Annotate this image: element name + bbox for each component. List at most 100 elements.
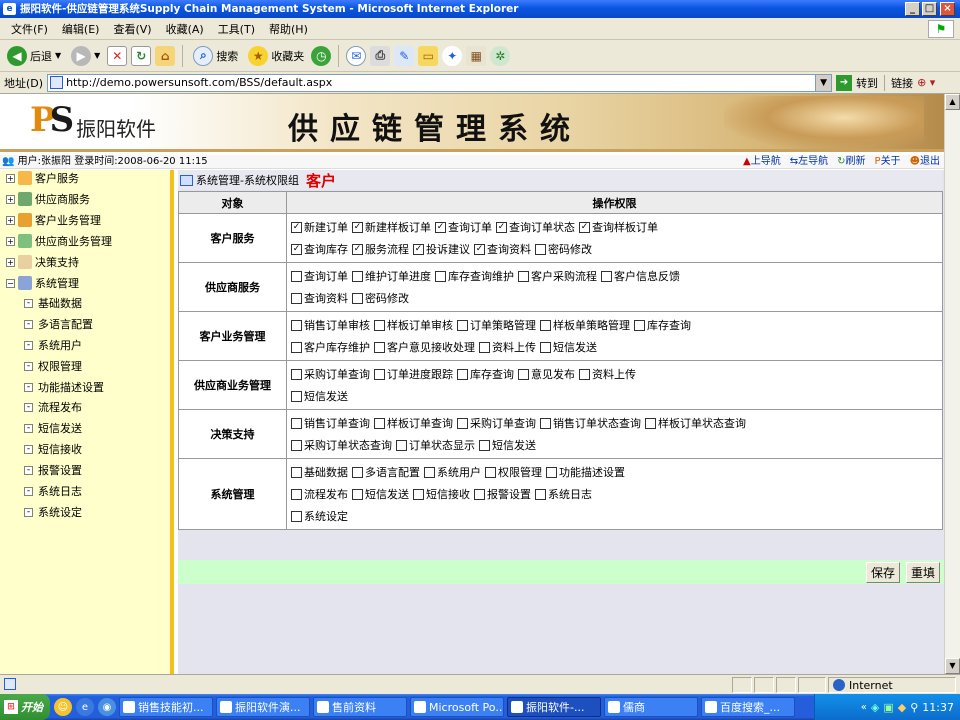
permission-checkbox[interactable]: ✓ 新建样板订单 xyxy=(352,219,431,235)
unchecked-icon[interactable] xyxy=(479,341,490,353)
permission-checkbox[interactable]: 系统用户 xyxy=(424,464,481,480)
permission-checkbox[interactable]: 系统设定 xyxy=(291,508,348,524)
taskbar-task[interactable]: Microsoft Po... xyxy=(410,697,504,717)
checked-icon[interactable]: ✓ xyxy=(579,221,590,233)
permission-checkbox[interactable]: ✓ 服务流程 xyxy=(352,241,409,257)
edit-icon[interactable]: ✎ xyxy=(394,45,415,66)
collapse-icon[interactable]: − xyxy=(6,278,15,288)
home-icon[interactable]: ⌂ xyxy=(155,45,176,66)
favorites-button[interactable]: ★ 收藏夹 xyxy=(245,43,307,69)
quicklaunch-desktop-icon[interactable]: ◉ xyxy=(98,698,116,716)
permission-checkbox[interactable]: 样板单策略管理 xyxy=(540,317,630,333)
permission-checkbox[interactable]: ✓ 新建订单 xyxy=(291,219,348,235)
permission-checkbox[interactable]: ✓ 查询订单 xyxy=(435,219,492,235)
permission-checkbox[interactable]: 采购订单状态查询 xyxy=(291,437,392,453)
checked-icon[interactable]: ✓ xyxy=(413,243,424,255)
sidebar-item-language-config[interactable]: - 多语言配置 xyxy=(24,315,93,333)
minimize-button[interactable]: _ xyxy=(905,2,920,16)
unchecked-icon[interactable] xyxy=(396,439,407,451)
search-button[interactable]: ⌕ 搜索 xyxy=(190,43,241,69)
stop-icon[interactable]: ✕ xyxy=(107,45,128,66)
address-field[interactable]: http://demo.powersunsoft.com/BSS/default… xyxy=(47,73,833,92)
tray-icon[interactable]: ⚲ xyxy=(910,701,918,714)
tree-node-supplier-service[interactable]: + 供应商服务 xyxy=(6,190,90,208)
permission-checkbox[interactable]: 采购订单查询 xyxy=(457,415,536,431)
unchecked-icon[interactable] xyxy=(291,510,302,522)
unchecked-icon[interactable] xyxy=(535,488,546,500)
checked-icon[interactable]: ✓ xyxy=(474,243,485,255)
unchecked-icon[interactable] xyxy=(479,439,490,451)
sidebar-item-system-settings[interactable]: - 系统设定 xyxy=(24,503,82,521)
unchecked-icon[interactable] xyxy=(634,319,645,331)
unchecked-icon[interactable] xyxy=(291,319,302,331)
logout-link[interactable]: ☻退出 xyxy=(910,155,940,169)
permission-checkbox[interactable]: 功能描述设置 xyxy=(546,464,625,480)
tray-icon[interactable]: ◈ xyxy=(871,701,879,714)
permission-checkbox[interactable]: ✓ 查询样板订单 xyxy=(579,219,658,235)
unchecked-icon[interactable] xyxy=(374,417,385,429)
sidebar-item-basic-data[interactable]: - 基础数据 xyxy=(24,294,82,312)
scroll-up-icon[interactable]: ▲ xyxy=(945,94,960,110)
permission-checkbox[interactable]: 流程发布 xyxy=(291,486,348,502)
unchecked-icon[interactable] xyxy=(457,417,468,429)
unchecked-icon[interactable] xyxy=(424,466,435,478)
taskbar-task[interactable]: 售前资料 xyxy=(313,697,407,717)
permission-checkbox[interactable]: 销售订单状态查询 xyxy=(540,415,641,431)
sidebar-item-sms-receive[interactable]: - 短信接收 xyxy=(24,440,82,458)
maximize-button[interactable]: □ xyxy=(922,2,937,16)
unchecked-icon[interactable] xyxy=(540,341,551,353)
permission-checkbox[interactable]: 库存查询 xyxy=(457,366,514,382)
unchecked-icon[interactable] xyxy=(352,292,363,304)
tree-node-decision-support[interactable]: + 决策支持 xyxy=(6,253,79,271)
taskbar-task[interactable]: 振阳软件-... xyxy=(507,697,601,717)
links-extra-icon[interactable]: ⊕ ▾ xyxy=(917,76,935,89)
expand-icon[interactable]: + xyxy=(6,236,15,246)
permission-checkbox[interactable]: 短信发送 xyxy=(352,486,409,502)
sidebar-item-system-users[interactable]: - 系统用户 xyxy=(24,336,82,354)
permission-checkbox[interactable]: 短信发送 xyxy=(479,437,536,453)
tree-node-supplier-business[interactable]: + 供应商业务管理 xyxy=(6,232,112,250)
tray-expand-icon[interactable]: « xyxy=(861,702,867,713)
permission-checkbox[interactable]: 销售订单查询 xyxy=(291,415,370,431)
unchecked-icon[interactable] xyxy=(435,270,446,282)
permission-checkbox[interactable]: 订单状态显示 xyxy=(396,437,475,453)
unchecked-icon[interactable] xyxy=(457,319,468,331)
back-button[interactable]: ◀ 后退 ▼ xyxy=(4,43,64,69)
forward-button[interactable]: ▶ ▼ xyxy=(68,43,103,69)
mail-icon[interactable]: ✉ xyxy=(346,45,367,66)
history-icon[interactable]: ◷ xyxy=(311,45,332,66)
permission-checkbox[interactable]: 客户意见接收处理 xyxy=(374,339,475,355)
permission-checkbox[interactable]: ✓ 查询库存 xyxy=(291,241,348,257)
permission-checkbox[interactable]: 权限管理 xyxy=(485,464,542,480)
checked-icon[interactable]: ✓ xyxy=(435,221,446,233)
permission-checkbox[interactable]: 客户采购流程 xyxy=(518,268,597,284)
unchecked-icon[interactable] xyxy=(291,390,302,402)
menu-favorites[interactable]: 收藏(A) xyxy=(159,21,211,37)
unchecked-icon[interactable] xyxy=(352,466,363,478)
tree-node-customer-business[interactable]: + 客户业务管理 xyxy=(6,211,101,229)
permission-checkbox[interactable]: 系统日志 xyxy=(535,486,592,502)
permission-checkbox[interactable]: 基础数据 xyxy=(291,464,348,480)
unchecked-icon[interactable] xyxy=(352,488,363,500)
tray-icon[interactable]: ◆ xyxy=(898,701,906,714)
permission-checkbox[interactable]: 采购订单查询 xyxy=(291,366,370,382)
reset-button[interactable]: 重填 xyxy=(905,561,940,583)
unchecked-icon[interactable] xyxy=(291,270,302,282)
tree-node-system-management[interactable]: − 系统管理 xyxy=(6,274,79,292)
taskbar-task[interactable]: 销售技能初... xyxy=(119,697,213,717)
sidebar-item-sms-send[interactable]: - 短信发送 xyxy=(24,419,82,437)
checked-icon[interactable]: ✓ xyxy=(496,221,507,233)
expand-icon[interactable]: + xyxy=(6,194,15,204)
sidebar-item-process-publish[interactable]: - 流程发布 xyxy=(24,398,82,416)
tools-icon[interactable]: ✲ xyxy=(490,45,511,66)
close-button[interactable]: × xyxy=(940,2,955,16)
unchecked-icon[interactable] xyxy=(374,319,385,331)
permission-checkbox[interactable]: 资料上传 xyxy=(479,339,536,355)
expand-icon[interactable]: + xyxy=(6,173,15,183)
permission-checkbox[interactable]: 销售订单审核 xyxy=(291,317,370,333)
refresh-link[interactable]: ↻刷新 xyxy=(837,155,865,169)
expand-icon[interactable]: + xyxy=(6,257,15,267)
quicklaunch-icon[interactable]: ☺ xyxy=(54,698,72,716)
go-button[interactable]: 转到 xyxy=(856,75,878,91)
permission-checkbox[interactable]: 订单进度跟踪 xyxy=(374,366,453,382)
